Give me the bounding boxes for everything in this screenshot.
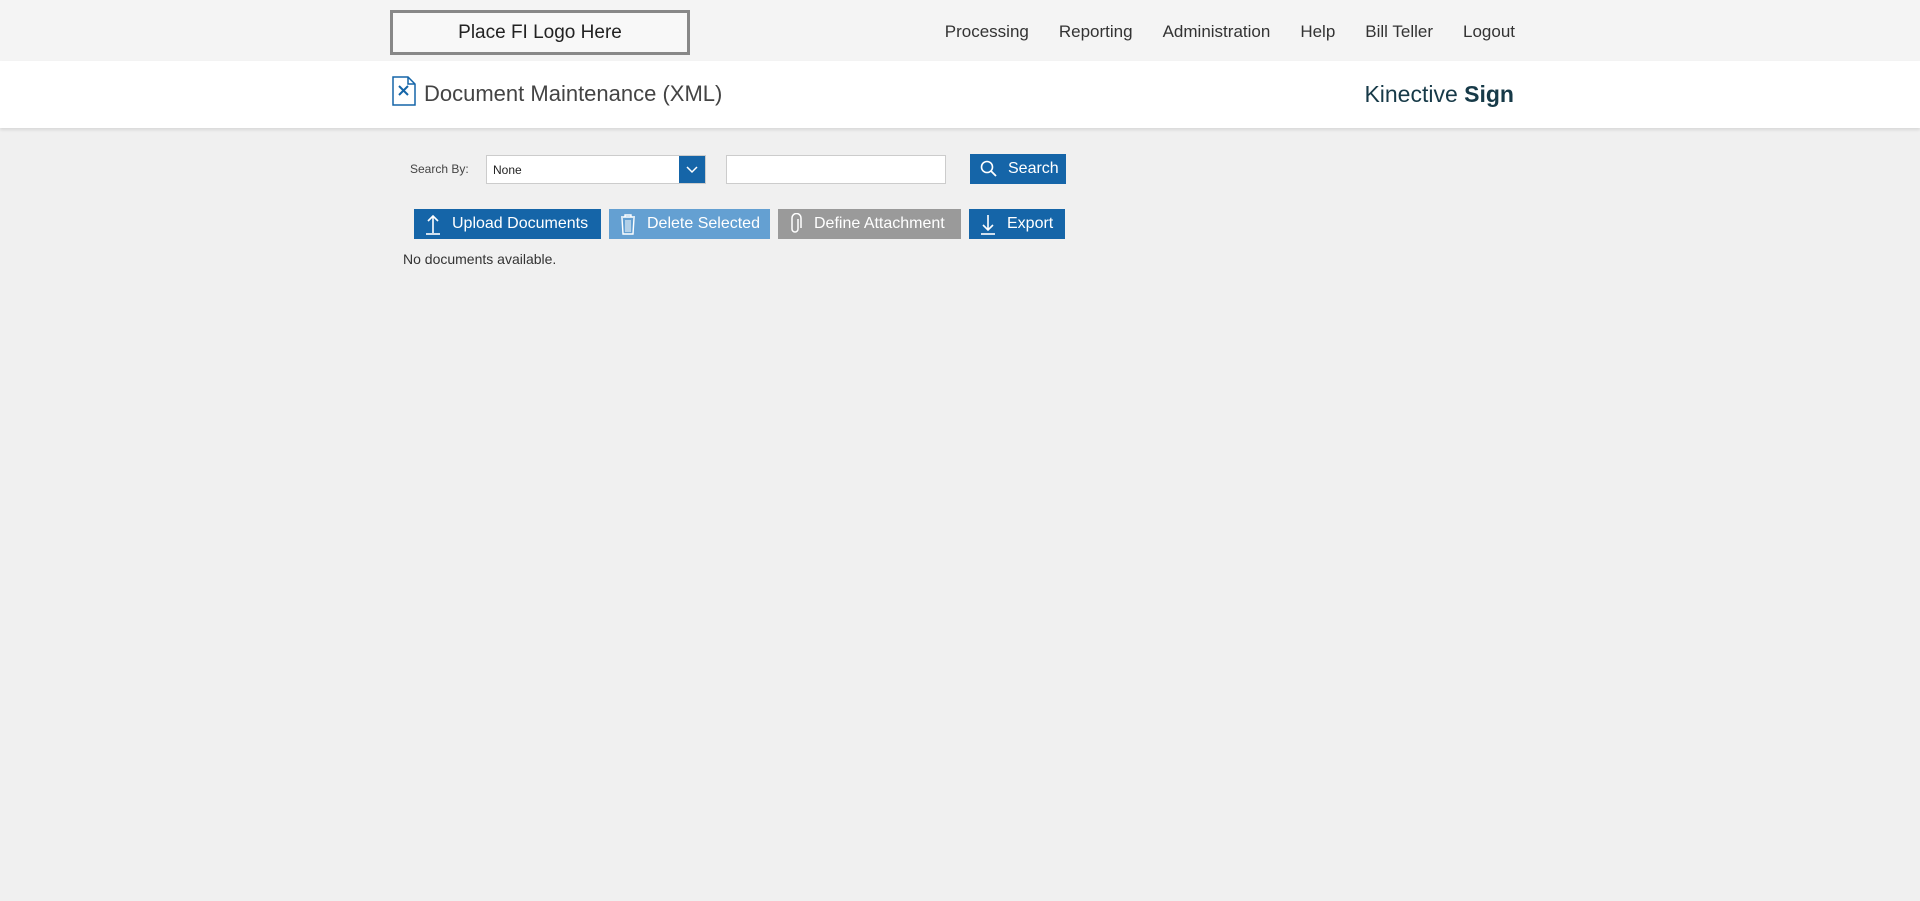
search-by-selected-value: None — [493, 162, 522, 177]
nav-administration[interactable]: Administration — [1163, 22, 1271, 42]
page-title: Document Maintenance (XML) — [424, 81, 723, 106]
nav-processing[interactable]: Processing — [945, 22, 1029, 42]
empty-state-message: No documents available. — [403, 251, 557, 267]
search-input[interactable] — [726, 155, 946, 184]
nav-reporting[interactable]: Reporting — [1059, 22, 1133, 42]
search-icon — [980, 160, 998, 178]
search-by-label: Search By: — [410, 162, 469, 176]
title-bar: Document Maintenance (XML) Kinective Sig… — [0, 61, 1920, 128]
document-maintenance-icon — [392, 76, 416, 106]
nav-help[interactable]: Help — [1300, 22, 1335, 42]
nav-logout[interactable]: Logout — [1463, 22, 1515, 42]
define-attachment-label: Define Attachment — [814, 215, 945, 232]
download-icon — [979, 213, 997, 235]
upload-documents-label: Upload Documents — [452, 215, 589, 232]
export-label: Export — [1007, 215, 1054, 232]
search-by-select[interactable]: None — [486, 155, 706, 184]
top-bar: Place FI Logo Here Processing Reporting … — [0, 0, 1920, 61]
upload-documents-button[interactable]: Upload Documents — [414, 209, 601, 239]
search-button-label: Search — [1008, 160, 1059, 177]
upload-icon — [424, 213, 442, 235]
export-button[interactable]: Export — [969, 209, 1065, 239]
delete-selected-label: Delete Selected — [647, 215, 760, 232]
chevron-down-icon[interactable] — [679, 156, 705, 183]
paperclip-icon — [788, 213, 804, 235]
brand-logo: Kinective Sign — [1364, 81, 1514, 108]
nav-user-name[interactable]: Bill Teller — [1365, 22, 1433, 42]
brand-text-bold: Sign — [1464, 81, 1514, 107]
delete-selected-button[interactable]: Delete Selected — [609, 209, 770, 239]
search-button[interactable]: Search — [970, 154, 1066, 184]
fi-logo-placeholder: Place FI Logo Here — [390, 10, 690, 55]
brand-text-light: Kinective — [1364, 81, 1458, 107]
main-nav: Processing Reporting Administration Help… — [915, 22, 1515, 42]
trash-icon — [619, 213, 637, 235]
define-attachment-button[interactable]: Define Attachment — [778, 209, 961, 239]
